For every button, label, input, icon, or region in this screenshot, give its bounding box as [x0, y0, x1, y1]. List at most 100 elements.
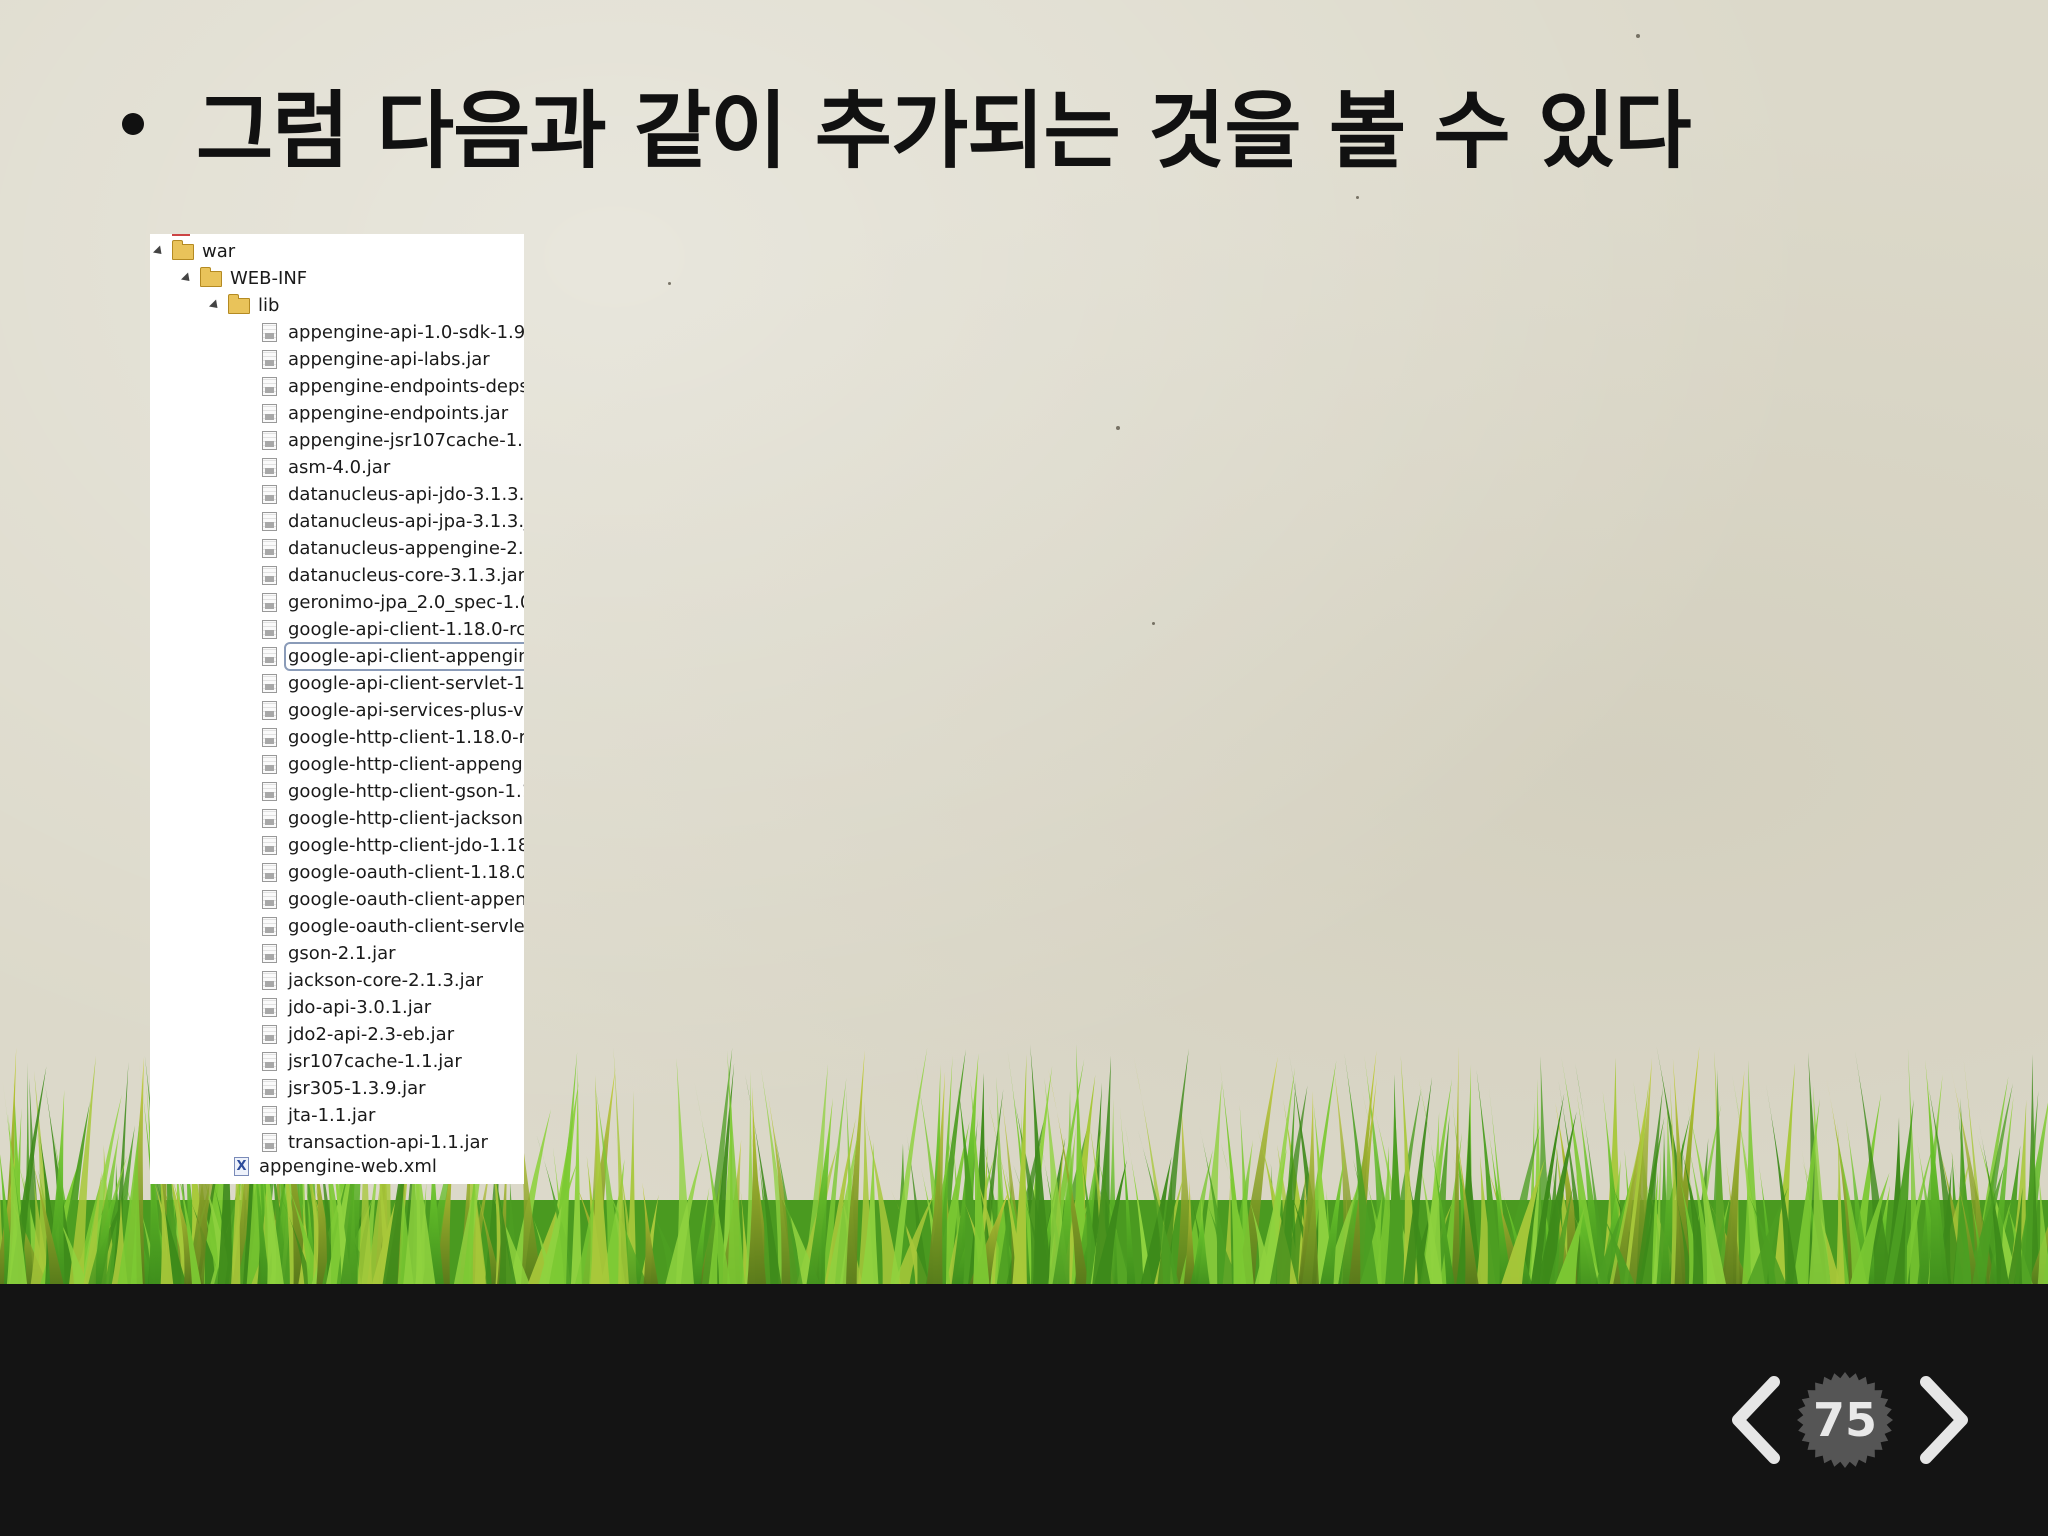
tree-node-label: lib [258, 295, 280, 316]
jar-file-item[interactable]: datanucleus-appengine-2.1.2 [262, 535, 524, 562]
jar-file-label: jdo-api-3.0.1.jar [288, 997, 432, 1018]
jar-file-label: google-oauth-client-appengi [288, 889, 524, 910]
jar-file-label: asm-4.0.jar [288, 457, 391, 478]
jar-file-item[interactable]: asm-4.0.jar [262, 454, 390, 481]
jar-file-item[interactable]: google-http-client-gson-1.18 [262, 778, 524, 805]
jar-file-label: google-http-client-jdo-1.18.0 [288, 835, 524, 856]
expand-triangle-icon[interactable] [208, 299, 222, 312]
jar-file-item[interactable]: jackson-core-2.1.3.jar [262, 967, 483, 994]
jar-file-icon [262, 782, 277, 801]
jar-file-item[interactable]: appengine-endpoints.jar [262, 400, 508, 427]
folder-icon [200, 266, 222, 287]
jar-file-item[interactable]: geronimo-jpa_2.0_spec-1.0.ja [262, 589, 524, 616]
jar-file-icon [262, 1079, 277, 1098]
jar-file-item[interactable]: google-oauth-client-1.18.0-r [262, 859, 524, 886]
jar-file-item[interactable]: jdo-api-3.0.1.jar [262, 994, 431, 1021]
paper-speck [1636, 34, 1640, 38]
tree-node-label: appengine-web.xml [259, 1156, 437, 1177]
jar-file-icon [262, 998, 277, 1017]
jar-file-label: google-http-client-gson-1.18 [288, 781, 524, 802]
jar-file-icon [262, 971, 277, 990]
jar-file-label: datanucleus-api-jdo-3.1.3.jar [288, 484, 524, 505]
jar-file-item[interactable]: transaction-api-1.1.jar [262, 1129, 488, 1156]
jar-file-label: google-api-services-plus-v1-r [288, 700, 524, 721]
jar-file-icon [262, 647, 277, 666]
jar-file-icon [262, 1052, 277, 1071]
jar-file-label: jdo2-api-2.3-eb.jar [288, 1024, 455, 1045]
jar-file-label: jsr107cache-1.1.jar [288, 1051, 462, 1072]
folder-icon [172, 239, 194, 260]
title-row: 그럼 다음과 같이 추가되는 것을 볼 수 있다 [122, 74, 1691, 180]
jar-file-item[interactable]: jta-1.1.jar [262, 1102, 375, 1129]
folder-icon [228, 293, 250, 314]
paper-speck [668, 282, 671, 285]
jar-file-label: google-http-client-jackson2- [288, 808, 524, 829]
tree-node-war[interactable]: war [152, 238, 235, 265]
jar-file-item[interactable]: datanucleus-api-jdo-3.1.3.jar [262, 481, 524, 508]
jar-file-item[interactable]: google-oauth-client-servlet-1 [262, 913, 524, 940]
jar-file-label: transaction-api-1.1.jar [288, 1132, 488, 1153]
jar-file-item[interactable]: google-api-services-plus-v1-r [262, 697, 524, 724]
paper-speck [1116, 426, 1120, 430]
jar-file-icon [262, 431, 277, 450]
jar-file-label: datanucleus-appengine-2.1.2 [288, 538, 524, 559]
jar-file-icon [262, 863, 277, 882]
jar-file-item[interactable]: google-oauth-client-appengi [262, 886, 524, 913]
jar-file-icon [262, 377, 277, 396]
jar-file-item[interactable]: google-http-client-jackson2- [262, 805, 524, 832]
jar-file-icon [262, 836, 277, 855]
jar-file-item[interactable]: datanucleus-core-3.1.3.jar [262, 562, 524, 589]
tree-node-appengine-web-xml[interactable]: X appengine-web.xml [234, 1153, 437, 1180]
jar-file-icon [262, 323, 277, 342]
jar-file-item[interactable]: google-http-client-jdo-1.18.0 [262, 832, 524, 859]
jar-file-item[interactable]: google-api-client-servlet-1.18 [262, 670, 524, 697]
jar-file-item[interactable]: appengine-jsr107cache-1.9.1 [262, 427, 524, 454]
chevron-right-icon[interactable] [1912, 1372, 1976, 1468]
jar-file-label: geronimo-jpa_2.0_spec-1.0.ja [288, 592, 524, 613]
jar-file-label: appengine-endpoints-deps.ja [288, 376, 524, 397]
jar-file-item[interactable]: jsr107cache-1.1.jar [262, 1048, 462, 1075]
tree-node-label: WEB-INF [230, 268, 308, 289]
jar-file-icon [262, 890, 277, 909]
jar-file-item[interactable]: google-http-client-1.18.0-rc. [262, 724, 524, 751]
jar-file-item[interactable]: gson-2.1.jar [262, 940, 396, 967]
jar-file-icon [262, 701, 277, 720]
jar-file-label: gson-2.1.jar [288, 943, 396, 964]
jar-file-item[interactable]: jdo2-api-2.3-eb.jar [262, 1021, 454, 1048]
jar-file-icon [262, 1025, 277, 1044]
jar-file-icon [262, 944, 277, 963]
tree-node-web-inf[interactable]: WEB-INF [180, 265, 308, 292]
expand-triangle-icon[interactable] [180, 272, 194, 285]
jar-file-item[interactable]: google-api-client-1.18.0-rc.ja [262, 616, 524, 643]
jar-file-icon [262, 350, 277, 369]
tree-node-lib[interactable]: lib [208, 292, 280, 319]
jar-file-icon [262, 809, 277, 828]
jar-file-label: google-api-client-1.18.0-rc.ja [288, 619, 524, 640]
jar-file-icon [262, 458, 277, 477]
jar-file-icon [262, 485, 277, 504]
jar-file-label: google-oauth-client-1.18.0-r [288, 862, 524, 883]
jar-file-label: google-api-client-servlet-1.18 [288, 673, 524, 694]
jar-file-icon [262, 512, 277, 531]
slide-title: 그럼 다음과 같이 추가되는 것을 볼 수 있다 [196, 81, 1691, 180]
jar-file-label: google-http-client-1.18.0-rc. [288, 727, 524, 748]
jar-file-icon [262, 404, 277, 423]
jar-file-item[interactable]: google-api-client-appengine- [262, 642, 524, 671]
paper-speck [1152, 622, 1155, 625]
jar-file-item[interactable]: appengine-api-1.0-sdk-1.9.1 [262, 319, 524, 346]
jar-file-label: datanucleus-api-jpa-3.1.3.jar [288, 511, 524, 532]
jar-file-icon [262, 1133, 277, 1152]
jar-file-label: appengine-api-1.0-sdk-1.9.1 [288, 322, 524, 343]
jar-file-item[interactable]: datanucleus-api-jpa-3.1.3.jar [262, 508, 524, 535]
jar-file-label: datanucleus-core-3.1.3.jar [288, 565, 524, 586]
jar-file-item[interactable]: appengine-endpoints-deps.ja [262, 373, 524, 400]
jar-file-item[interactable]: jsr305-1.3.9.jar [262, 1075, 426, 1102]
expand-triangle-icon[interactable] [152, 245, 166, 258]
jar-file-icon [262, 917, 277, 936]
jar-file-icon [262, 674, 277, 693]
jar-file-item[interactable]: google-http-client-appengine [262, 751, 524, 778]
jar-file-item[interactable]: appengine-api-labs.jar [262, 346, 490, 373]
jar-file-icon [262, 1106, 277, 1125]
chevron-left-icon[interactable] [1724, 1372, 1788, 1468]
jar-file-icon [262, 620, 277, 639]
